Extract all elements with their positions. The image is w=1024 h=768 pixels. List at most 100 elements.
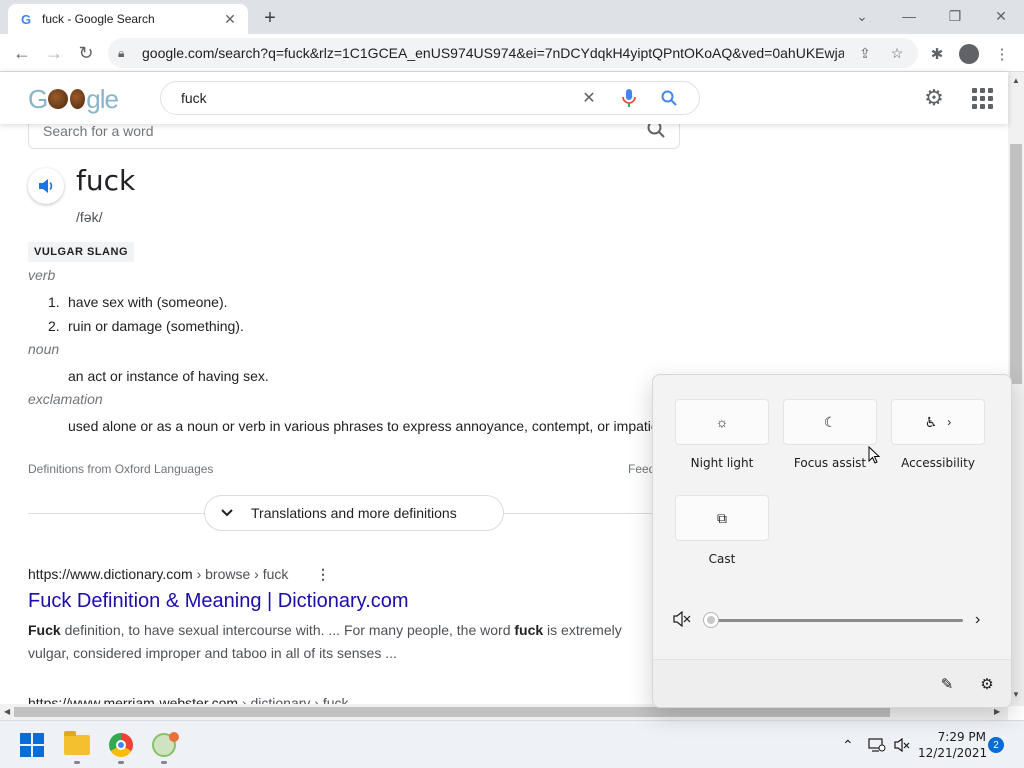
- definition-text: used alone or as a noun or verb in vario…: [68, 418, 659, 434]
- windows-logo-icon: [20, 733, 44, 757]
- google-search-box[interactable]: fuck ✕: [160, 81, 700, 115]
- definition: 2. ruin or damage (something).: [48, 318, 244, 334]
- chevron-down-icon[interactable]: ⌄: [850, 4, 874, 28]
- show-hidden-icons-chevron-icon[interactable]: ⌃: [842, 737, 854, 754]
- cast-label: Cast: [708, 552, 736, 566]
- running-indicator: [74, 761, 80, 764]
- system-clock[interactable]: 7:29 PM 12/21/2021: [918, 729, 987, 761]
- app-icon: [152, 732, 179, 757]
- cast-toggle[interactable]: ⧉: [675, 495, 769, 541]
- scroll-right-icon[interactable]: ▶: [994, 707, 1000, 716]
- running-indicator: [118, 761, 124, 764]
- chrome-icon: [109, 733, 133, 757]
- settings-gear-icon[interactable]: ⚙: [922, 85, 946, 110]
- brightness-icon: ☼: [715, 414, 729, 430]
- scrollbar-thumb[interactable]: [1010, 144, 1022, 384]
- focus-assist-toggle[interactable]: ☾: [783, 399, 877, 445]
- night-light-toggle[interactable]: ☼: [675, 399, 769, 445]
- pronounce-speaker-icon[interactable]: [28, 168, 64, 204]
- result-domain: https://www.dictionary.com: [28, 566, 193, 582]
- minimize-icon[interactable]: —: [897, 4, 921, 28]
- chevron-right-icon: ›: [947, 415, 952, 429]
- back-arrow-icon[interactable]: ←: [9, 40, 35, 66]
- definitions-source[interactable]: Definitions from Oxford Languages: [28, 462, 213, 476]
- chrome-menu-icon[interactable]: ⋮: [990, 42, 1014, 66]
- snippet-highlight: Fuck: [28, 622, 61, 638]
- volume-slider-thumb[interactable]: [703, 612, 719, 628]
- scroll-down-icon[interactable]: ▼: [1012, 690, 1020, 699]
- reload-icon[interactable]: ↻: [73, 40, 99, 66]
- url-text[interactable]: google.com/search?q=fuck&rlz=1C1GCEA_enU…: [142, 45, 844, 61]
- part-of-speech: verb: [28, 267, 56, 283]
- scroll-left-icon[interactable]: ◀: [4, 707, 10, 716]
- result-title-link[interactable]: Fuck Definition & Meaning | Dictionary.c…: [28, 590, 409, 613]
- google-favicon-icon: G: [20, 11, 32, 27]
- accessibility-icon: ♿︎: [924, 413, 938, 430]
- bookmark-star-icon[interactable]: ☆: [886, 42, 908, 64]
- profile-avatar-icon[interactable]: [957, 42, 981, 66]
- tab-close-icon[interactable]: ✕: [222, 11, 238, 27]
- google-apps-grid-icon[interactable]: [970, 86, 994, 110]
- address-bar[interactable]: 🔒︎ google.com/search?q=fuck&rlz=1C1GCEA_…: [108, 38, 918, 68]
- network-icon[interactable]: [868, 737, 886, 756]
- phonetic: /fək/: [76, 209, 103, 225]
- file-explorer-button[interactable]: [61, 729, 93, 764]
- word-search-input[interactable]: Search for a word: [28, 124, 680, 149]
- clear-search-icon[interactable]: ✕: [577, 86, 601, 110]
- search-icon[interactable]: [657, 86, 681, 110]
- definition-text: ruin or damage (something).: [68, 318, 244, 334]
- result-url[interactable]: https://www.dictionary.com › browse › fu…: [28, 566, 288, 582]
- chevron-down-icon: [221, 506, 235, 520]
- definition: 1. have sex with (someone).: [48, 294, 228, 310]
- part-of-speech: exclamation: [28, 391, 103, 407]
- quick-settings-footer: ✎ ⚙: [653, 659, 1011, 707]
- restore-icon[interactable]: ❐: [943, 4, 967, 28]
- volume-muted-icon[interactable]: [894, 737, 910, 756]
- share-icon[interactable]: ⇪: [854, 42, 876, 64]
- search-icon[interactable]: [647, 124, 665, 143]
- accessibility-toggle[interactable]: ♿︎ ›: [891, 399, 985, 445]
- extensions-puzzle-icon[interactable]: ✱: [925, 42, 949, 66]
- google-doodle-logo[interactable]: Ggle: [28, 84, 119, 114]
- settings-gear-icon[interactable]: ⚙: [977, 674, 997, 694]
- microphone-icon[interactable]: [617, 86, 641, 110]
- part-of-speech: noun: [28, 341, 60, 357]
- close-window-icon[interactable]: ✕: [989, 4, 1013, 28]
- chrome-taskbar-button[interactable]: [105, 729, 137, 764]
- scrollbar-thumb[interactable]: [14, 707, 890, 717]
- result-breadcrumb: › browse › fuck: [192, 566, 289, 582]
- more-definitions-label: Translations and more definitions: [251, 505, 457, 521]
- definition-text: have sex with (someone).: [68, 294, 228, 310]
- more-definitions-button[interactable]: Translations and more definitions: [204, 495, 504, 531]
- dictionary-word: fuck: [76, 164, 136, 197]
- edit-pencil-icon[interactable]: ✎: [937, 674, 957, 694]
- definition-number: 2.: [48, 318, 60, 334]
- tab-strip: G fuck - Google Search ✕ + ⌄ — ❐ ✕: [0, 0, 1024, 34]
- definition-text: an act or instance of having sex.: [68, 368, 269, 384]
- speaker-muted-icon[interactable]: [673, 610, 691, 631]
- definition-number: 1.: [48, 294, 60, 310]
- chevron-right-icon[interactable]: ›: [975, 611, 980, 629]
- volume-slider-track[interactable]: [711, 619, 963, 622]
- search-query[interactable]: fuck: [181, 90, 561, 106]
- result-snippet: Fuck definition, to have sexual intercou…: [28, 619, 628, 665]
- browser-tab[interactable]: G fuck - Google Search ✕: [8, 4, 248, 34]
- google-header: Ggle fuck ✕ ⚙: [0, 72, 1008, 124]
- cast-icon: ⧉: [717, 509, 727, 526]
- forward-arrow-icon[interactable]: →: [41, 40, 67, 66]
- night-light-label: Night light: [690, 456, 754, 470]
- accessibility-label: Accessibility: [901, 456, 975, 470]
- new-tab-button[interactable]: +: [258, 6, 282, 30]
- running-indicator: [161, 761, 167, 764]
- app-taskbar-button[interactable]: [148, 729, 180, 764]
- scroll-up-icon[interactable]: ▲: [1012, 76, 1020, 85]
- quick-settings-panel: ☼ Night light ☾ Focus assist ♿︎ › Access…: [652, 374, 1012, 708]
- tab-title: fuck - Google Search: [42, 12, 155, 26]
- lock-icon[interactable]: 🔒︎: [118, 46, 132, 61]
- start-button[interactable]: [16, 729, 48, 761]
- word-search-placeholder[interactable]: Search for a word: [43, 124, 647, 139]
- notification-badge[interactable]: 2: [988, 737, 1004, 753]
- browser-toolbar: ← → ↻ 🔒︎ google.com/search?q=fuck&rlz=1C…: [0, 34, 1024, 72]
- result-options-icon[interactable]: ⋮: [316, 566, 330, 583]
- register-badge: VULGAR SLANG: [28, 242, 134, 262]
